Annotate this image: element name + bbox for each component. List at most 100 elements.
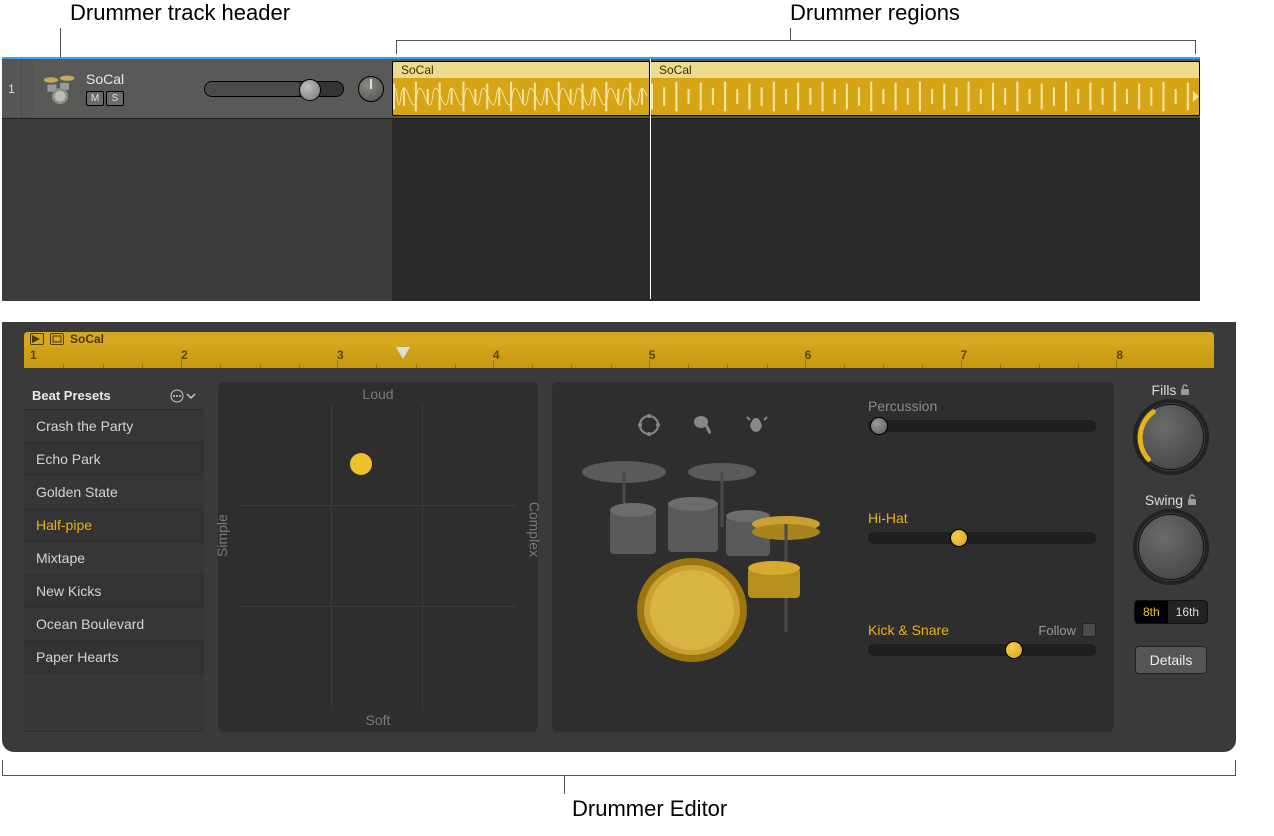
callout-track-header: Drummer track header — [70, 0, 290, 26]
bar-num: 3 — [337, 348, 344, 362]
ruler-playhead[interactable] — [396, 347, 410, 359]
lock-icon[interactable] — [1180, 384, 1190, 396]
xy-label-complex: Complex — [526, 502, 542, 557]
callout-regions: Drummer regions — [790, 0, 960, 26]
bar-num: 2 — [181, 348, 188, 362]
kicksnare-slider[interactable] — [868, 644, 1096, 656]
lock-icon[interactable] — [1187, 494, 1197, 506]
chevron-down-icon — [186, 391, 196, 401]
beat-presets-title: Beat Presets — [32, 388, 111, 403]
preset-item[interactable]: Crash the Party — [24, 410, 204, 443]
callout-editor: Drummer Editor — [572, 796, 727, 822]
volume-slider[interactable] — [204, 81, 344, 97]
region-label: SoCal — [397, 63, 438, 77]
editor-ruler[interactable]: SoCal 1 2 3 4 5 6 7 8 — [24, 332, 1214, 368]
regions-lane[interactable]: SoCal — [392, 59, 1200, 118]
tracks-lane-bg — [392, 119, 1200, 301]
region-label: SoCal — [655, 63, 696, 77]
xy-label-loud: Loud — [362, 386, 393, 402]
fills-label: Fills — [1152, 382, 1191, 398]
swing-knob[interactable] — [1138, 514, 1204, 580]
bar-num: 1 — [30, 348, 37, 362]
presets-actions[interactable] — [170, 389, 196, 403]
ruler-title: SoCal — [70, 332, 104, 346]
track-grip[interactable] — [22, 59, 34, 118]
bar-num: 8 — [1116, 348, 1123, 362]
hihat-slider-group: Hi-Hat — [868, 510, 1096, 544]
region-header — [651, 62, 1199, 78]
drum-kit-visual[interactable] — [572, 432, 822, 672]
percussion-slider[interactable] — [868, 420, 1096, 432]
swing-label: Swing — [1145, 492, 1197, 508]
follow-checkbox[interactable] — [1082, 623, 1096, 637]
kicksnare-thumb[interactable] — [1005, 641, 1023, 659]
hihat-thumb[interactable] — [950, 529, 968, 547]
preset-item[interactable]: Echo Park — [24, 443, 204, 476]
percussion-slider-group: Percussion — [868, 398, 1096, 432]
callout-line — [564, 776, 565, 794]
preset-item[interactable]: New Kicks — [24, 575, 204, 608]
regions-bracket — [396, 40, 1196, 54]
solo-button[interactable]: S — [106, 91, 124, 106]
pan-knob[interactable] — [358, 76, 384, 102]
callout-line — [790, 28, 791, 40]
beat-presets-header: Beat Presets — [24, 382, 204, 410]
tracks-empty-area — [2, 119, 1200, 301]
region-waveform — [393, 78, 649, 115]
track-number: 1 — [2, 59, 22, 118]
beat-presets-panel: Beat Presets Crash the Party Echo Park G… — [24, 382, 204, 732]
hihat-slider[interactable] — [868, 532, 1096, 544]
track-title-column: SoCal M S — [86, 71, 124, 106]
kicksnare-label: Kick & Snare — [868, 622, 949, 638]
editor-body: Beat Presets Crash the Party Echo Park G… — [24, 382, 1214, 732]
xy-label-soft: Soft — [366, 712, 391, 728]
bar-num: 6 — [805, 348, 812, 362]
playhead[interactable] — [650, 59, 651, 299]
slider-stack: Percussion Hi-Hat Kick & — [868, 398, 1096, 656]
tracks-area: 1 SoCal M S — [2, 57, 1200, 299]
bar-num: 5 — [649, 348, 656, 362]
details-button[interactable]: Details — [1135, 646, 1208, 674]
link-icon[interactable] — [50, 333, 64, 345]
ellipsis-icon — [170, 389, 184, 403]
catch-playhead-icon[interactable] — [30, 333, 44, 345]
knob-column: Fills Swing — [1128, 382, 1214, 732]
region-waveform — [651, 78, 1199, 115]
percussion-thumb[interactable] — [870, 417, 888, 435]
preset-item[interactable]: Ocean Boulevard — [24, 608, 204, 641]
ruler-top-row: SoCal — [24, 332, 1214, 346]
bar-num: 4 — [493, 348, 500, 362]
drummer-editor: SoCal 1 2 3 4 5 6 7 8 — [2, 322, 1236, 752]
track-row: 1 SoCal M S — [2, 59, 1200, 119]
preset-item-selected[interactable]: Half-pipe — [24, 509, 204, 542]
xy-puck[interactable] — [350, 453, 372, 475]
kicksnare-slider-group: Kick & Snare Follow — [868, 622, 1096, 656]
xy-grid[interactable] — [240, 404, 516, 710]
ruler-timeline[interactable]: 1 2 3 4 5 6 7 8 — [24, 346, 1214, 368]
volume-thumb[interactable] — [299, 79, 321, 101]
swing-resolution-toggle[interactable]: 8th 16th — [1134, 600, 1208, 624]
seg-8th[interactable]: 8th — [1135, 601, 1168, 623]
xy-label-simple: Simple — [214, 514, 230, 557]
drummer-track-header[interactable]: SoCal M S — [34, 59, 392, 118]
fills-knob[interactable] — [1138, 404, 1204, 470]
drummer-region[interactable]: SoCal — [392, 61, 650, 116]
drummer-region[interactable]: SoCal — [650, 61, 1200, 116]
seg-16th[interactable]: 16th — [1168, 601, 1207, 623]
volume-fill — [205, 82, 302, 96]
xy-pad[interactable]: Loud Soft Simple Complex — [218, 382, 538, 732]
track-header-column-bg — [2, 119, 392, 301]
percussion-label: Percussion — [868, 398, 937, 414]
drumkit-icon — [42, 71, 78, 107]
follow-label: Follow — [1038, 623, 1076, 638]
track-name: SoCal — [86, 71, 124, 87]
follow-toggle[interactable]: Follow — [1038, 623, 1096, 638]
preset-empty — [24, 674, 204, 732]
preset-item[interactable]: Paper Hearts — [24, 641, 204, 674]
editor-bracket — [2, 760, 1236, 776]
preset-item[interactable]: Mixtape — [24, 542, 204, 575]
preset-item[interactable]: Golden State — [24, 476, 204, 509]
bar-num: 7 — [961, 348, 968, 362]
mute-button[interactable]: M — [86, 91, 104, 106]
drum-kit-panel: Percussion Hi-Hat Kick & — [552, 382, 1114, 732]
